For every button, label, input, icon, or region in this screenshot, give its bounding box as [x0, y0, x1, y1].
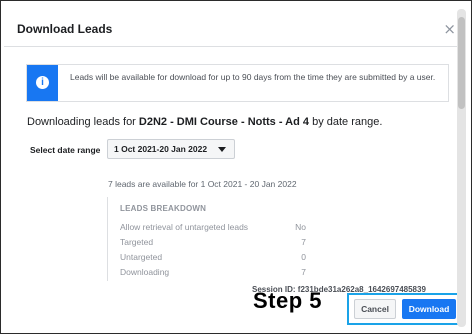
availability-text: 7 leads are available for 1 Oct 2021 - 2… [108, 179, 297, 189]
date-range-label: Select date range [30, 145, 101, 155]
breakdown-row-label: Untargeted [120, 252, 163, 262]
cancel-button[interactable]: Cancel [354, 299, 396, 319]
dialog-title: Download Leads [17, 22, 113, 36]
breakdown-title: LEADS BREAKDOWN [120, 204, 207, 213]
screenshot-frame: Download Leads × i Leads will be availab… [0, 0, 472, 334]
scrollbar-thumb[interactable] [458, 17, 465, 109]
breakdown-row-value: 0 [301, 252, 306, 262]
downloading-suffix: by date range. [309, 116, 383, 128]
breakdown-row-value: No [295, 222, 306, 232]
dialog-header: Download Leads × [4, 13, 464, 47]
downloading-text: Downloading leads for D2N2 - DMI Course … [27, 116, 382, 128]
info-banner: i Leads will be available for download f… [26, 64, 449, 102]
step-annotation: Step 5 [253, 288, 323, 313]
download-leads-dialog: Download Leads × i Leads will be availab… [4, 13, 464, 331]
download-button[interactable]: Download [402, 299, 456, 319]
breakdown-row-label: Downloading [120, 267, 170, 277]
info-banner-accent: i [27, 65, 58, 101]
info-icon: i [36, 76, 49, 89]
info-text: Leads will be available for download for… [70, 72, 436, 82]
date-range-value: 1 Oct 2021-20 Jan 2022 [114, 144, 208, 154]
breakdown-row-label: Allow retrieval of untargeted leads [120, 222, 249, 232]
ad-name: D2N2 - DMI Course - Notts - Ad 4 [138, 116, 310, 128]
leads-breakdown: LEADS BREAKDOWN Allow retrieval of untar… [107, 197, 308, 281]
caret-down-icon [218, 147, 226, 152]
close-icon[interactable]: × [443, 20, 456, 38]
downloading-prefix: Downloading leads for [27, 116, 139, 128]
breakdown-row-value: 7 [301, 267, 306, 277]
breakdown-row-value: 7 [301, 237, 306, 247]
date-range-dropdown[interactable]: 1 Oct 2021-20 Jan 2022 [107, 139, 235, 159]
breakdown-row-label: Targeted [120, 237, 154, 247]
